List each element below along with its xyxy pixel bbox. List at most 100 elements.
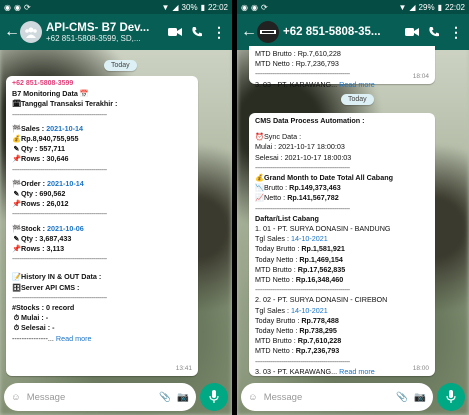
chart-up-icon: 📈 bbox=[255, 193, 264, 203]
mulai-line: ⏱ Mulai : - bbox=[13, 313, 49, 323]
last-transaction-label: 🗓Tanggal Transaksi Terakhir : bbox=[12, 99, 118, 109]
chat-title[interactable]: API-CMS- B7 Dev... +62 851-5808-3599, SD… bbox=[46, 22, 162, 43]
divider: ----------------------------------------… bbox=[12, 292, 107, 302]
message-placeholder: Message bbox=[26, 391, 66, 403]
chat-name: +62 851-5808-35... bbox=[283, 26, 381, 38]
message-sender[interactable]: +62 851-5808-3599 bbox=[12, 79, 192, 89]
sync-line: ⏰Sync Data : bbox=[255, 132, 302, 142]
emoji-icon[interactable]: ☺ bbox=[11, 392, 21, 403]
branch-2-mtd-netto: MTD Netto : Rp.7,236,793 bbox=[255, 346, 340, 356]
chat-header: ← API-CMS- B7 Dev... +62 851-5808-3599, … bbox=[0, 14, 232, 50]
order-rows: 📌Rows : 26,012 bbox=[12, 199, 69, 209]
order-line: 🏁Order : 2021-10-14 bbox=[12, 178, 84, 188]
group-icon bbox=[25, 27, 37, 38]
branch-2-mtd-brutto: MTD Brutto : Rp.7,610,228 bbox=[255, 336, 342, 346]
video-call-icon[interactable] bbox=[166, 23, 184, 41]
sales-amount: 💰Rp.8,940,755,955 bbox=[12, 134, 79, 144]
branch-2-name: 2. 02 - PT. SURYA DONASIN - CIREBON bbox=[255, 295, 388, 305]
camera-icon[interactable]: 📷 bbox=[414, 392, 426, 403]
clock: 22:02 bbox=[207, 2, 228, 12]
branch-1-today-netto: Today Netto : Rp.1,469,154 bbox=[255, 254, 343, 264]
message-placeholder: Message bbox=[263, 391, 303, 403]
grand-brutto: 📉Brutto : Rp.149,373,463 bbox=[255, 183, 341, 193]
message-input[interactable]: ☺ Message 📎 📷 bbox=[4, 383, 196, 411]
sync-icon: ⟳ bbox=[260, 2, 268, 12]
emoji-icon[interactable]: ☺ bbox=[248, 392, 258, 403]
whatsapp-notification-icon-2: ◉ bbox=[13, 2, 21, 12]
divider: ----------------------------------------… bbox=[255, 356, 350, 366]
more-options-icon[interactable]: ⋮ bbox=[210, 23, 228, 41]
grand-total-label: 💰Grand Month to Date Total All Cabang bbox=[255, 173, 393, 183]
battery-icon: ▮ bbox=[437, 2, 442, 12]
signal-icon: ◢ bbox=[409, 2, 416, 12]
read-more-link[interactable]: Read more bbox=[56, 334, 92, 343]
read-more-link[interactable]: Read more bbox=[339, 80, 375, 89]
chart-down-icon: 📉 bbox=[255, 183, 264, 193]
mic-button[interactable] bbox=[200, 383, 228, 411]
message-input[interactable]: ☺ Message 📎 📷 bbox=[241, 383, 433, 411]
prev-mtd-brutto: MTD Brutto : Rp.7,610,228 bbox=[255, 49, 341, 58]
server-icon: 🗄 bbox=[12, 282, 22, 292]
signal-icon: ◢ bbox=[172, 2, 179, 12]
timer-icon: ⏱ bbox=[13, 313, 20, 323]
mic-icon bbox=[446, 390, 456, 403]
date-chip: Today bbox=[341, 94, 374, 105]
contact-avatar[interactable] bbox=[257, 21, 279, 43]
message-title: CMS Data Process Automation : bbox=[255, 116, 365, 125]
calendar-icon: 📅 bbox=[79, 89, 89, 99]
sync-icon: ⟳ bbox=[23, 2, 31, 12]
composer: ☺ Message 📎 📷 bbox=[241, 383, 465, 411]
checkered-flag-icon: 🏁 bbox=[12, 223, 21, 233]
read-more-link[interactable]: Read more bbox=[339, 367, 375, 376]
chat-header: ← +62 851-5808-35... ⋮ bbox=[237, 14, 469, 50]
back-arrow-icon[interactable]: ← bbox=[241, 23, 257, 41]
attach-icon[interactable]: 📎 bbox=[159, 392, 171, 403]
avatar-logo-icon bbox=[260, 30, 276, 34]
battery-percent: 29% bbox=[418, 2, 435, 12]
calendar-small-icon: 🗓 bbox=[12, 99, 22, 109]
prev-branch-3: 3. 03 - PT. KARAWANG... Read more bbox=[255, 79, 375, 89]
selesai-line: ⏱ Selesai : - bbox=[13, 323, 55, 333]
order-date: 2021-10-14 bbox=[46, 178, 84, 188]
voice-call-icon[interactable] bbox=[188, 23, 206, 41]
group-avatar[interactable] bbox=[20, 21, 42, 43]
prev-mtd-netto: MTD Netto : Rp.7,236,793 bbox=[255, 59, 339, 69]
memo-icon: 📝 bbox=[12, 272, 21, 282]
pin-icon: 📌 bbox=[12, 199, 21, 209]
divider: ----------------------------------------… bbox=[255, 285, 350, 295]
clock: 22:02 bbox=[444, 2, 465, 12]
branch-3-name: 3. 03 - PT. KARAWANG... Read more bbox=[255, 366, 375, 376]
branch-2-today-netto: Today Netto : Rp.738,295 bbox=[255, 326, 337, 336]
voice-call-icon[interactable] bbox=[425, 23, 443, 41]
attach-icon[interactable]: 📎 bbox=[396, 392, 408, 403]
pencil-icon: ✎ bbox=[13, 189, 20, 199]
mic-button[interactable] bbox=[437, 383, 465, 411]
mic-icon bbox=[209, 390, 219, 403]
branch-1-mtd-brutto: MTD Brutto : Rp.17,562,835 bbox=[255, 264, 346, 274]
sales-rows: 📌Rows : 30,646 bbox=[12, 154, 69, 164]
checkered-flag-icon: 🏁 bbox=[12, 178, 21, 188]
more-options-icon[interactable]: ⋮ bbox=[447, 23, 465, 41]
divider: ----------------------------------------… bbox=[255, 162, 350, 172]
whatsapp-notification-icon-2: ◉ bbox=[250, 2, 258, 12]
message-bubble[interactable]: CMS Data Process Automation : ⏰Sync Data… bbox=[249, 113, 435, 376]
alarm-clock-icon: ⏰ bbox=[255, 132, 264, 142]
chat-title[interactable]: +62 851-5808-35... bbox=[283, 26, 399, 38]
message-bubble[interactable]: +62 851-5808-3599 B7 Monitoring Data 📅 🗓… bbox=[6, 76, 198, 376]
back-arrow-icon[interactable]: ← bbox=[4, 23, 20, 41]
sales-line: 🏁Sales : 2021-10-14 bbox=[12, 123, 83, 133]
battery-percent: 30% bbox=[181, 2, 198, 12]
video-call-icon[interactable] bbox=[403, 23, 421, 41]
sales-date: 2021-10-14 bbox=[46, 123, 83, 133]
pin-icon: 📌 bbox=[12, 154, 21, 164]
pencil-icon: ✎ bbox=[13, 144, 20, 154]
timer-icon: ⏱ bbox=[13, 323, 20, 333]
previous-message-bubble[interactable]: MTD Brutto : Rp.7,610,228 MTD Netto : Rp… bbox=[249, 46, 435, 89]
message-time: 13:41 bbox=[175, 364, 192, 372]
wifi-icon: ▼ bbox=[161, 2, 170, 12]
branch-list-label: Daftar/List Cabang bbox=[255, 213, 319, 223]
divider: ----------------------------------------… bbox=[255, 203, 350, 213]
stock-date: 2021-10-06 bbox=[46, 223, 84, 233]
camera-icon[interactable]: 📷 bbox=[177, 392, 189, 403]
branch-1-name: 1. 01 - PT. SURYA DONASIN - BANDUNG bbox=[255, 224, 391, 234]
